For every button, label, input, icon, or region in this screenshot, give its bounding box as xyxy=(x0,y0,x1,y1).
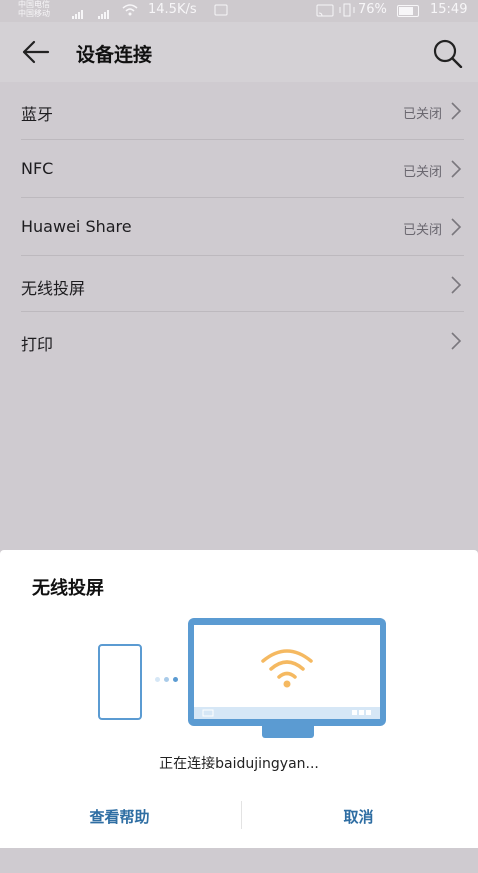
cast-icon xyxy=(316,4,334,17)
signal-icon-2 xyxy=(98,4,110,19)
back-arrow-icon[interactable] xyxy=(20,38,52,66)
screenshot-icon xyxy=(214,4,228,16)
dialog-actions: 查看帮助 取消 xyxy=(0,800,478,832)
vibrate-icon xyxy=(339,3,355,17)
page-title: 设备连接 xyxy=(76,44,153,66)
list-item-bluetooth[interactable]: 蓝牙 已关闭 xyxy=(0,82,478,140)
chevron-right-icon xyxy=(451,160,462,178)
view-help-button[interactable]: 查看帮助 xyxy=(0,806,239,827)
list-item-label: 打印 xyxy=(21,335,54,354)
search-icon[interactable] xyxy=(432,38,464,68)
list-item-status: 已关闭 xyxy=(402,107,442,122)
list-item-label: 无线投屏 xyxy=(21,279,86,298)
connecting-status-text: 正在连接baidujingyan... xyxy=(159,756,319,772)
cancel-button[interactable]: 取消 xyxy=(239,806,478,827)
list-item-wireless-projection[interactable]: 无线投屏 xyxy=(0,256,478,312)
chevron-right-icon xyxy=(451,276,462,294)
app-header: 设备连接 xyxy=(0,22,478,82)
carrier-2: 中国移动 xyxy=(18,9,50,18)
chevron-right-icon xyxy=(451,218,462,236)
list-item-nfc[interactable]: NFC 已关闭 xyxy=(0,140,478,198)
carrier-labels: 中国电信 中国移动 xyxy=(18,0,50,18)
status-bar: 中国电信 中国移动 14.5K/s 76% 15:49 xyxy=(0,0,478,22)
chevron-right-icon xyxy=(451,102,462,120)
battery-percent: 76% xyxy=(358,2,387,17)
battery-icon xyxy=(397,5,419,17)
wifi-status-icon xyxy=(122,4,138,16)
carrier-1: 中国电信 xyxy=(18,0,50,9)
list-item-status: 已关闭 xyxy=(402,223,442,238)
connecting-dots-icon xyxy=(155,667,182,686)
chevron-right-icon xyxy=(451,332,462,350)
list-item-huawei-share[interactable]: Huawei Share 已关闭 xyxy=(0,198,478,256)
settings-list: 蓝牙 已关闭 NFC 已关闭 Huawei Share 已关闭 无线投屏 打印 xyxy=(0,82,478,368)
dialog-title: 无线投屏 xyxy=(32,578,104,599)
wireless-projection-dialog: 无线投屏 正在连接baidujingyan... 查看帮助 取消 xyxy=(0,550,478,848)
list-item-label: Huawei Share xyxy=(21,217,132,236)
clock: 15:49 xyxy=(430,2,468,17)
list-item-label: NFC xyxy=(21,159,54,178)
monitor-stand xyxy=(262,726,314,738)
list-item-status: 已关闭 xyxy=(402,165,442,180)
net-speed: 14.5K/s xyxy=(148,2,197,17)
signal-icon xyxy=(72,4,84,19)
list-item-print[interactable]: 打印 xyxy=(0,312,478,368)
list-item-label: 蓝牙 xyxy=(21,105,54,124)
phone-illustration-icon xyxy=(98,644,142,720)
wifi-icon xyxy=(261,649,313,688)
